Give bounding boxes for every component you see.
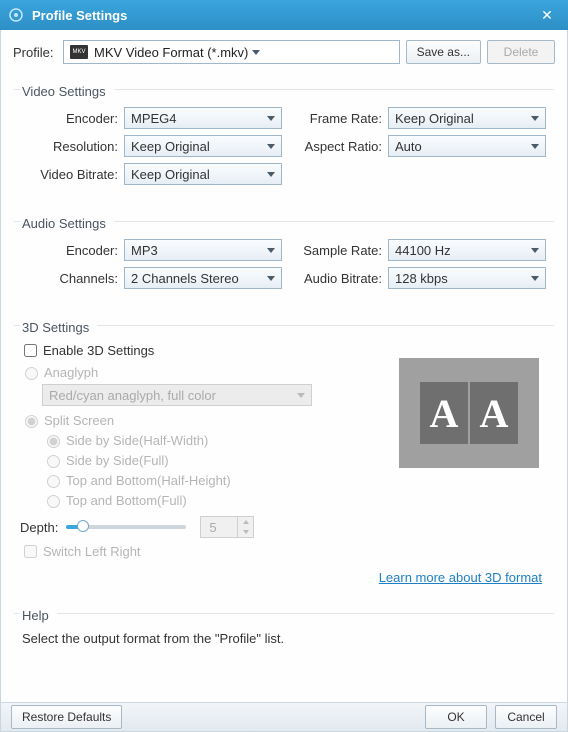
window-title: Profile Settings	[32, 8, 534, 23]
video-settings-group: Video Settings Encoder: MPEG4 Frame Rate…	[13, 76, 555, 200]
sample-rate-combo[interactable]: 44100 Hz	[388, 239, 546, 261]
chevron-down-icon	[531, 248, 539, 253]
3d-preview: A A	[399, 358, 539, 468]
audio-encoder-label: Encoder:	[20, 243, 124, 258]
preview-letter-right: A	[470, 382, 518, 444]
content-area: Profile: MKV MKV Video Format (*.mkv) Sa…	[0, 30, 568, 702]
chevron-down-icon	[267, 248, 275, 253]
title-bar: Profile Settings ✕	[0, 0, 568, 30]
frame-rate-combo[interactable]: Keep Original	[388, 107, 546, 129]
profile-row: Profile: MKV MKV Video Format (*.mkv) Sa…	[13, 40, 555, 64]
enable-3d-input[interactable]	[24, 344, 37, 357]
chevron-down-icon	[531, 144, 539, 149]
slider-thumb[interactable]	[77, 520, 89, 532]
delete-button: Delete	[487, 40, 555, 64]
frame-rate-label: Frame Rate:	[284, 111, 388, 126]
video-encoder-combo[interactable]: MPEG4	[124, 107, 282, 129]
depth-slider[interactable]	[66, 525, 186, 529]
restore-defaults-button[interactable]: Restore Defaults	[11, 705, 122, 729]
depth-spinner: 5	[200, 516, 254, 538]
channels-label: Channels:	[20, 271, 124, 286]
chevron-down-icon	[252, 50, 260, 55]
resolution-label: Resolution:	[20, 139, 124, 154]
audio-bitrate-combo[interactable]: 128 kbps	[388, 267, 546, 289]
audio-legend: Audio Settings	[20, 216, 108, 231]
3d-legend: 3D Settings	[20, 320, 91, 335]
switch-lr-checkbox: Switch Left Right	[20, 542, 548, 561]
tab-full-radio: Top and Bottom(Full)	[42, 492, 548, 508]
video-legend: Video Settings	[20, 84, 108, 99]
audio-encoder-combo[interactable]: MP3	[124, 239, 282, 261]
mkv-icon: MKV	[70, 45, 88, 59]
spin-down-icon	[237, 527, 253, 537]
close-icon[interactable]: ✕	[534, 4, 560, 26]
save-as-button[interactable]: Save as...	[406, 40, 481, 64]
chevron-down-icon	[267, 172, 275, 177]
help-group: Help Select the output format from the "…	[13, 600, 555, 661]
ok-button[interactable]: OK	[425, 705, 487, 729]
chevron-down-icon	[267, 116, 275, 121]
anaglyph-combo: Red/cyan anaglyph, full color	[42, 384, 312, 406]
help-legend: Help	[20, 608, 51, 623]
audio-settings-group: Audio Settings Encoder: MP3 Sample Rate:…	[13, 208, 555, 304]
tab-half-radio: Top and Bottom(Half-Height)	[42, 472, 548, 488]
depth-row: Depth: 5	[20, 516, 548, 538]
depth-label: Depth:	[20, 520, 58, 535]
channels-combo[interactable]: 2 Channels Stereo	[124, 267, 282, 289]
video-encoder-label: Encoder:	[20, 111, 124, 126]
sample-rate-label: Sample Rate:	[284, 243, 388, 258]
learn-3d-link[interactable]: Learn more about 3D format	[379, 570, 542, 585]
chevron-down-icon	[297, 393, 305, 398]
chevron-down-icon	[267, 144, 275, 149]
chevron-down-icon	[531, 116, 539, 121]
anaglyph-radio-input	[25, 367, 38, 380]
audio-bitrate-label: Audio Bitrate:	[284, 271, 388, 286]
app-icon	[8, 7, 24, 23]
help-text: Select the output format from the "Profi…	[22, 631, 546, 646]
footer: Restore Defaults OK Cancel	[0, 702, 568, 732]
resolution-combo[interactable]: Keep Original	[124, 135, 282, 157]
cancel-button[interactable]: Cancel	[495, 705, 557, 729]
profile-select[interactable]: MKV MKV Video Format (*.mkv)	[63, 40, 400, 64]
chevron-down-icon	[531, 276, 539, 281]
profile-label: Profile:	[13, 45, 57, 60]
spin-up-icon	[237, 517, 253, 527]
video-bitrate-label: Video Bitrate:	[20, 167, 124, 182]
split-screen-radio-input	[25, 415, 38, 428]
preview-letter-left: A	[420, 382, 468, 444]
profile-value: MKV Video Format (*.mkv)	[94, 45, 248, 60]
chevron-down-icon	[267, 276, 275, 281]
aspect-ratio-combo[interactable]: Auto	[388, 135, 546, 157]
video-bitrate-combo[interactable]: Keep Original	[124, 163, 282, 185]
aspect-ratio-label: Aspect Ratio:	[284, 139, 388, 154]
